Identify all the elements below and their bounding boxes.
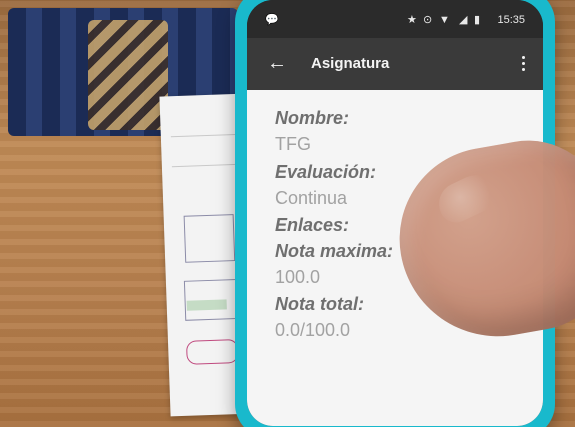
highlighter-mark (186, 299, 227, 311)
pink-annotation (185, 338, 239, 365)
enlaces-label: Enlaces: (275, 215, 350, 235)
menu-dot (522, 68, 525, 71)
nota-total-label: Nota total: (275, 294, 364, 314)
app-bar: ← Asignatura (247, 38, 543, 90)
cellular-icon: ◢ (459, 14, 468, 26)
nota-total-value: 0.0/100.0 (275, 320, 351, 340)
status-bar: 💬 ★ ⊙ ▼ ◢ ▮ 15:35 (247, 0, 543, 38)
sketch-box (183, 214, 236, 263)
evaluacion-value: Continua (275, 188, 348, 208)
evaluacion-label: Evaluación: (275, 162, 377, 182)
fabric-pattern (88, 20, 168, 130)
nombre-value: TFG (275, 134, 311, 154)
chat-bubble-icon: 💬 (265, 14, 279, 26)
battery-icon: ▮ (474, 14, 481, 26)
nota-maxima-label: Nota maxima: (275, 241, 394, 261)
signal-icon: ⊙ (423, 14, 433, 26)
wifi-icon: ▼ (439, 14, 450, 26)
paper-line (170, 133, 236, 138)
status-time: 15:35 (497, 14, 525, 26)
nombre-label: Nombre: (275, 108, 350, 128)
camera-photo-scene: 💬 ★ ⊙ ▼ ◢ ▮ 15:35 ← Asignatura Nombre: T… (0, 0, 575, 427)
menu-dot (522, 56, 525, 59)
more-vert-icon[interactable] (519, 52, 527, 76)
app-bar-title: Asignatura (311, 55, 390, 72)
paper-line (171, 163, 237, 168)
finger-nail-highlight (431, 168, 503, 228)
nota-maxima-value: 100.0 (275, 267, 321, 287)
menu-dot (522, 62, 525, 65)
star-icon: ★ (407, 14, 417, 26)
arrow-back-icon[interactable]: ← (267, 52, 289, 74)
